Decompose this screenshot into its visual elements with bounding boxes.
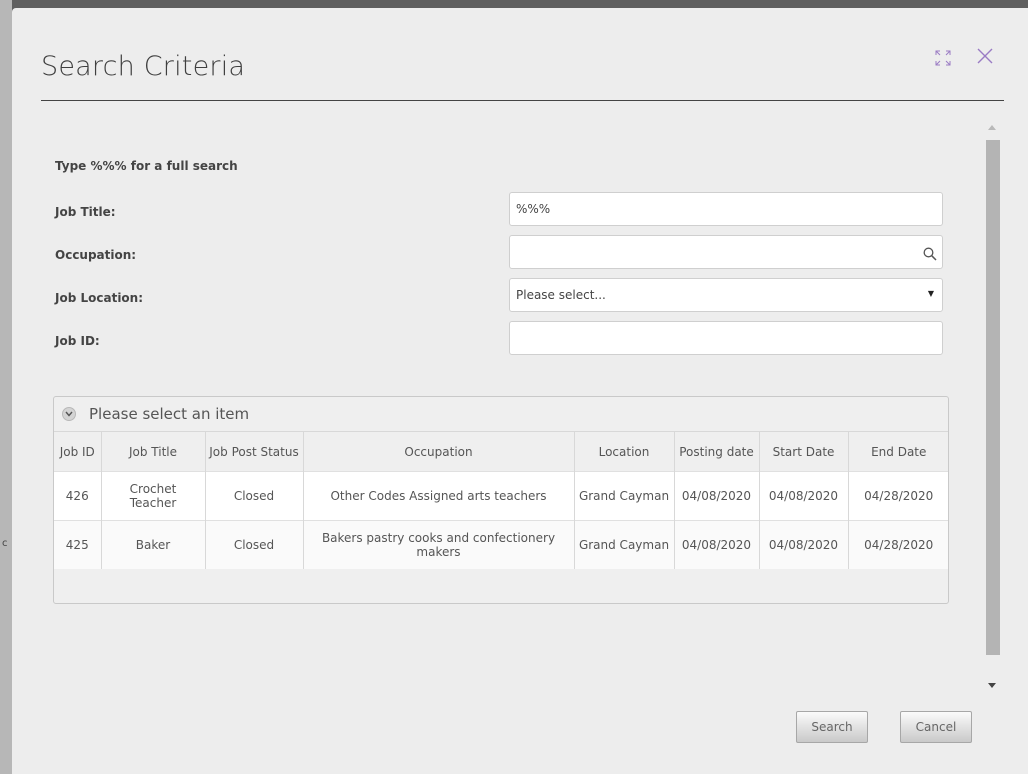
column-header-end-date[interactable]: End Date: [847, 431, 948, 472]
column-header-job-post-status[interactable]: Job Post Status: [204, 431, 303, 472]
cell-posting-date: 04/08/2020: [673, 471, 759, 521]
column-header-job-title[interactable]: Job Title: [100, 431, 205, 472]
job-location-selected: Please select...: [516, 288, 606, 302]
maximize-button[interactable]: [933, 48, 953, 68]
full-search-hint: Type %%% for a full search: [55, 159, 238, 173]
dialog-title: Search Criteria: [41, 51, 246, 82]
cell-job-title: Baker: [100, 520, 205, 569]
column-header-job-id[interactable]: Job ID: [54, 431, 101, 472]
scroll-up-arrow-icon[interactable]: [988, 125, 996, 130]
cell-end-date: 04/28/2020: [847, 520, 948, 569]
dropdown-caret-icon: ▼: [927, 289, 934, 298]
cell-occupation: Bakers pastry cooks and confectionery ma…: [302, 520, 574, 569]
results-grid: Please select an item Job ID Job Title J…: [53, 396, 949, 604]
search-criteria-dialog: Search Criteria Type %%% for a full sear…: [12, 8, 1028, 774]
cell-job-id: 426: [54, 471, 101, 521]
scrollbar-thumb[interactable]: [986, 140, 1000, 655]
table-row[interactable]: 425 Baker Closed Bakers pastry cooks and…: [54, 520, 948, 569]
job-location-select[interactable]: Please select... ▼: [509, 278, 943, 312]
table-row[interactable]: 426 Crochet Teacher Closed Other Codes A…: [54, 471, 948, 521]
column-header-start-date[interactable]: Start Date: [758, 431, 848, 472]
cancel-button[interactable]: Cancel: [900, 711, 972, 743]
cell-job-id: 425: [54, 520, 101, 569]
results-table: Job ID Job Title Job Post Status Occupat…: [54, 431, 948, 569]
title-divider: [41, 100, 1004, 101]
cell-job-post-status: Closed: [204, 520, 303, 569]
column-header-occupation[interactable]: Occupation: [302, 431, 574, 472]
backdrop-page: c: [0, 0, 12, 774]
scroll-down-arrow-icon[interactable]: [988, 683, 996, 688]
group-header: Please select an item: [54, 397, 948, 431]
cell-start-date: 04/08/2020: [758, 520, 848, 569]
table-header-row: Job ID Job Title Job Post Status Occupat…: [54, 431, 948, 472]
close-icon: [977, 48, 993, 64]
job-id-input[interactable]: [509, 321, 943, 355]
backdrop-text: c: [2, 538, 8, 549]
cell-end-date: 04/28/2020: [847, 471, 948, 521]
cell-job-post-status: Closed: [204, 471, 303, 521]
search-icon[interactable]: [923, 247, 937, 261]
search-button[interactable]: Search: [796, 711, 868, 743]
cell-start-date: 04/08/2020: [758, 471, 848, 521]
expand-icon: [935, 50, 951, 66]
cell-job-title: Crochet Teacher: [100, 471, 205, 521]
job-title-input[interactable]: [509, 192, 943, 226]
cell-occupation: Other Codes Assigned arts teachers: [302, 471, 574, 521]
cell-location: Grand Cayman: [573, 471, 674, 521]
column-header-posting-date[interactable]: Posting date: [673, 431, 759, 472]
job-title-label: Job Title:: [55, 205, 116, 219]
close-button[interactable]: [974, 45, 996, 67]
job-id-label: Job ID:: [55, 334, 100, 348]
column-header-location[interactable]: Location: [573, 431, 674, 472]
cell-posting-date: 04/08/2020: [673, 520, 759, 569]
job-location-label: Job Location:: [55, 291, 144, 305]
group-label: Please select an item: [89, 405, 250, 423]
cell-location: Grand Cayman: [573, 520, 674, 569]
chevron-down-icon: [65, 411, 73, 417]
occupation-label: Occupation:: [55, 248, 137, 262]
occupation-input[interactable]: [509, 235, 943, 269]
collapse-group-button[interactable]: [62, 407, 76, 421]
